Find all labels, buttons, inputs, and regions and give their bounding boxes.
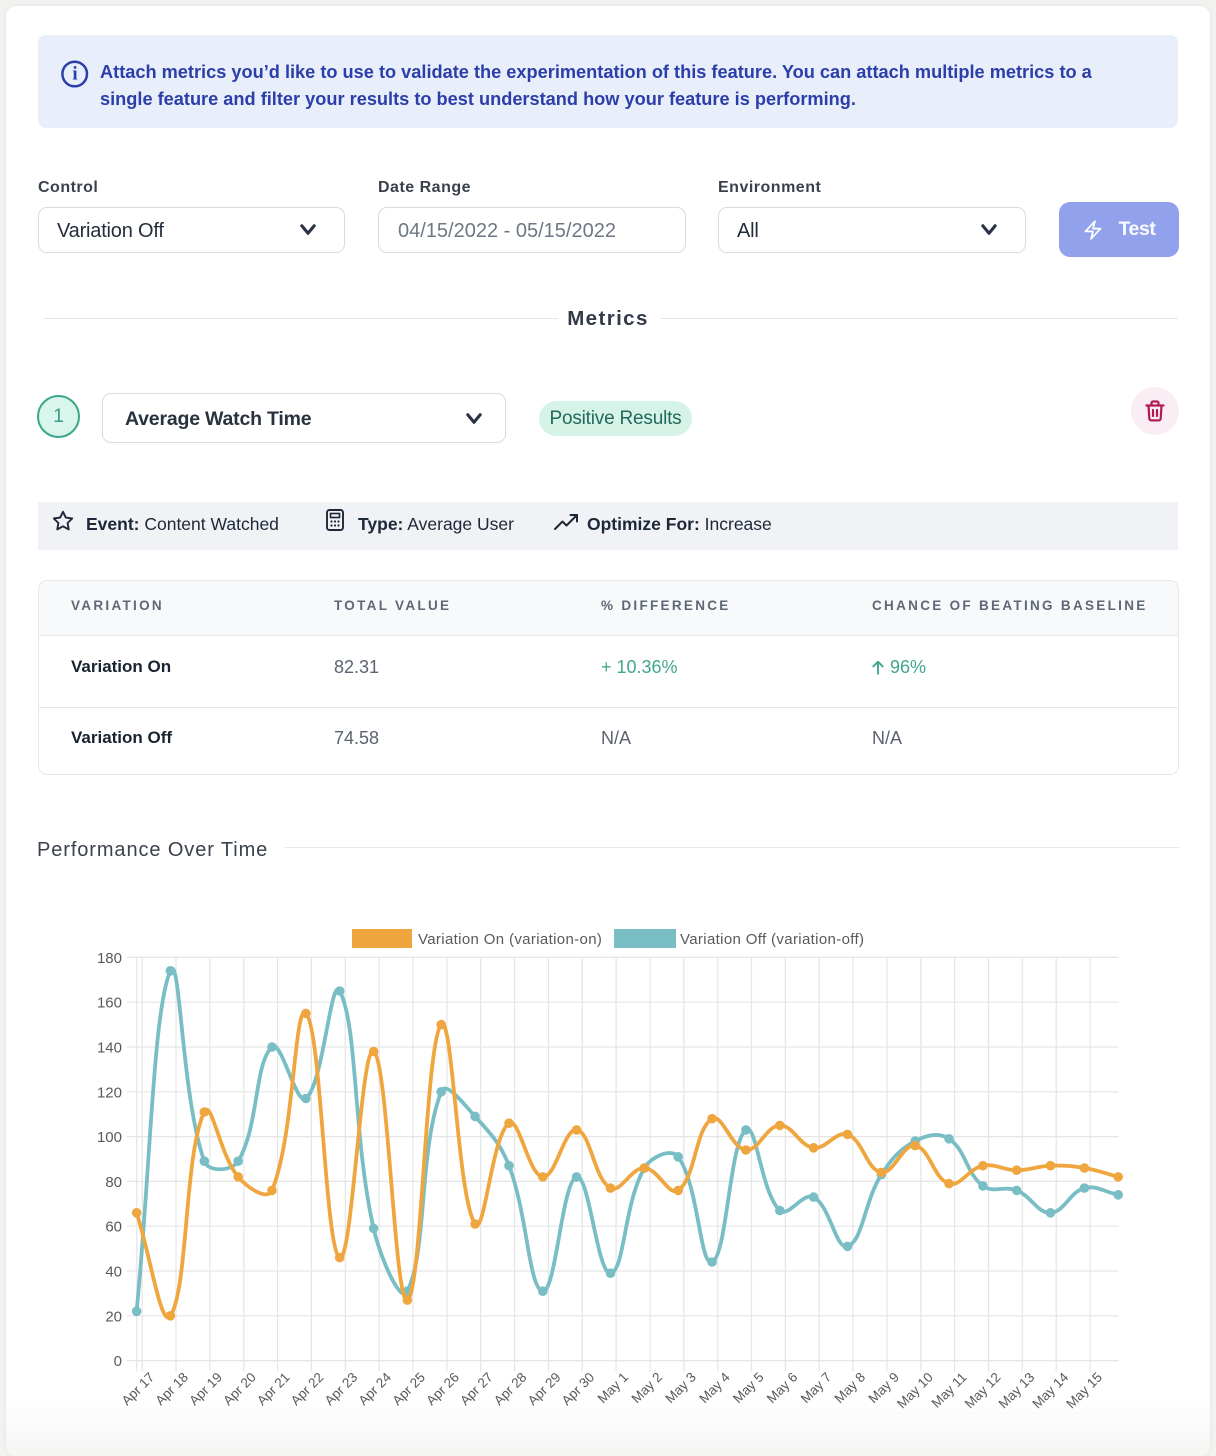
svg-text:i: i bbox=[72, 64, 77, 85]
